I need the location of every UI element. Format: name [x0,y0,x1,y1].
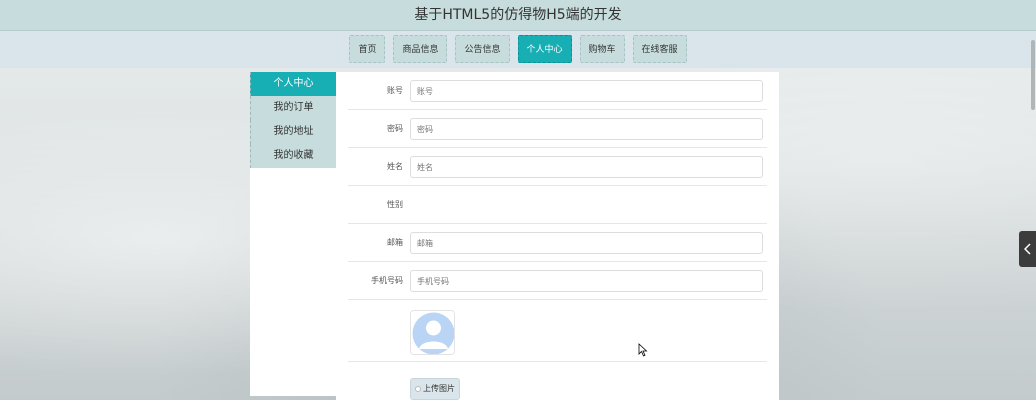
form-row-email: 邮箱 [348,224,767,262]
nav-item-cart[interactable]: 购物车 [579,35,625,63]
profile-sidebar: 个人中心 我的订单 我的地址 我的收藏 [250,72,336,396]
gender-label: 性别 [387,200,403,209]
form-row-avatar [348,300,767,362]
nav-item-home[interactable]: 首页 [349,35,386,63]
sidebar-item-orders[interactable]: 我的订单 [250,96,336,120]
mouse-cursor-icon [638,343,648,357]
phone-label: 手机号码 [371,276,403,285]
profile-form: 账号 密码 姓名 性别 邮箱 手机号码 上传图片 [336,72,779,400]
site-header: 基于HTML5的仿得物H5端的开发 [0,0,1036,31]
site-title: 基于HTML5的仿得物H5端的开发 [414,7,622,23]
email-label: 邮箱 [387,238,403,247]
upload-image-button[interactable]: 上传图片 [410,378,460,400]
form-row-phone: 手机号码 [348,262,767,300]
avatar-placeholder-icon [411,311,454,354]
avatar[interactable] [410,310,455,355]
form-row-gender: 性别 [348,186,767,224]
scrollbar-thumb[interactable] [1031,40,1035,110]
name-input[interactable] [410,156,763,178]
nav-item-announcements[interactable]: 公告信息 [455,35,510,63]
account-label: 账号 [387,86,403,95]
sidebar-item-favorites[interactable]: 我的收藏 [250,144,336,168]
password-input[interactable] [410,118,763,140]
form-row-account: 账号 [348,72,767,110]
password-label: 密码 [387,124,403,133]
page-scrollbar[interactable] [1030,0,1036,400]
form-row-password: 密码 [348,110,767,148]
sidebar-item-addresses[interactable]: 我的地址 [250,120,336,144]
nav-item-products[interactable]: 商品信息 [393,35,448,63]
upload-button-label: 上传图片 [423,384,455,393]
email-input[interactable] [410,232,763,254]
side-panel-toggle[interactable] [1019,231,1036,267]
sidebar-item-profile[interactable]: 个人中心 [250,72,336,96]
chevron-left-icon [1024,243,1031,255]
name-label: 姓名 [387,162,403,171]
upload-icon [415,385,421,392]
form-row-name: 姓名 [348,148,767,186]
nav-item-support[interactable]: 在线客服 [632,35,687,63]
account-input[interactable] [410,80,763,102]
phone-input[interactable] [410,270,763,292]
nav-item-profile[interactable]: 个人中心 [517,35,572,63]
main-nav: 首页 商品信息 公告信息 个人中心 购物车 在线客服 [0,31,1036,68]
nav-list: 首页 商品信息 公告信息 个人中心 购物车 在线客服 [0,31,1036,63]
